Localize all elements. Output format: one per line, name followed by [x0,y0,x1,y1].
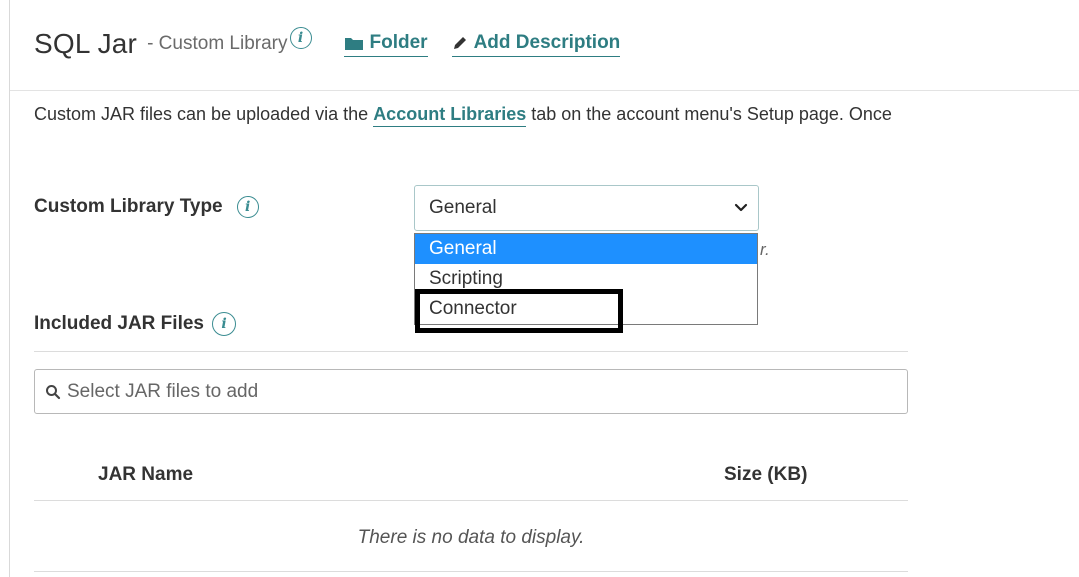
info-icon[interactable]: i [289,27,312,49]
custom-library-type-label: Custom Library Type i [34,196,259,218]
section-divider [34,351,908,352]
info-icon[interactable]: i [211,312,236,336]
search-icon [45,384,61,400]
description-text-after: tab on the account menu's Setup page. On… [526,104,892,124]
chevron-down-icon [732,198,750,222]
jar-table-header: JAR Name Size (KB) [34,460,908,501]
page-subtitle: - Custom Library [147,33,288,54]
option-connector[interactable]: Connector [415,294,757,324]
account-libraries-link[interactable]: Account Libraries [373,104,527,127]
add-description-link[interactable]: Add Description [451,31,621,57]
description-text-before: Custom JAR files can be uploaded via the [34,104,374,124]
jar-search-input[interactable]: Select JAR files to add [34,369,908,414]
page-header: SQL Jar - Custom Library i Folder Add De… [34,24,621,64]
folder-link[interactable]: Folder [343,31,428,57]
folder-link-label: Folder [369,31,428,53]
panel-left-border [9,0,10,577]
table-bottom-divider [34,571,908,572]
option-general[interactable]: General [415,234,757,264]
add-description-label: Add Description [473,31,621,53]
included-jar-files-label: Included JAR Files i [34,312,236,336]
library-type-dropdown: General Scripting Connector [414,233,758,325]
search-placeholder: Select JAR files to add [67,380,259,402]
custom-library-type-select[interactable]: General [414,185,759,231]
option-scripting[interactable]: Scripting [415,264,757,294]
included-jar-files-text: Included JAR Files [34,313,204,334]
info-icon[interactable]: i [236,196,259,218]
select-value: General [429,197,497,218]
library-description: Custom JAR files can be uploaded via the… [34,104,892,127]
page-title: SQL Jar [34,28,138,59]
header-divider [10,90,1079,91]
column-jar-name[interactable]: JAR Name [98,464,193,486]
pencil-icon [452,35,468,51]
folder-icon [344,35,364,51]
column-size[interactable]: Size (KB) [724,464,807,486]
empty-table-message: There is no data to display. [357,527,585,548]
custom-library-type-text: Custom Library Type [34,196,223,217]
type-hint-text: r. [760,240,770,259]
